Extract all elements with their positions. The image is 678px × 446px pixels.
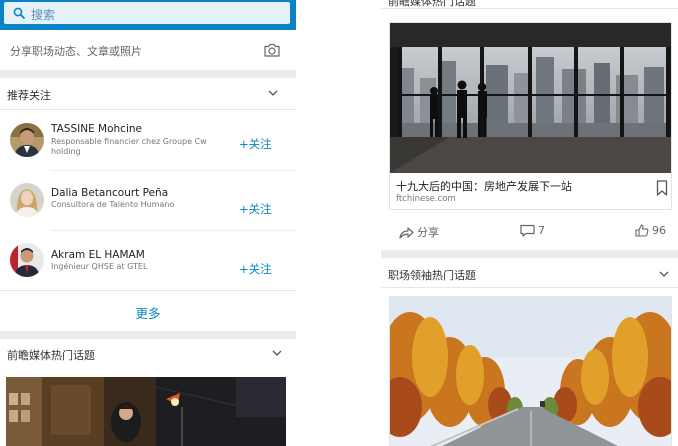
section-divider xyxy=(0,331,296,339)
screen-gap xyxy=(296,0,381,446)
feed-left-pane: 搜索 分享职场动态、文章或照片 推荐关注 TASSINE Mohcine Res… xyxy=(0,0,296,446)
suggested-person-card[interactable]: Dalia Betancourt Peña Consultora de Tale… xyxy=(0,171,296,231)
article-image[interactable] xyxy=(390,23,671,173)
more-button[interactable]: 更多 xyxy=(0,291,296,331)
person-name[interactable]: Akram EL HAMAM xyxy=(51,249,145,261)
article-actions: 分享 7 96 xyxy=(381,214,678,250)
media-topics-header[interactable]: 前瞻媒体热门话题 xyxy=(0,339,296,369)
thumbs-up-icon xyxy=(635,224,649,237)
search-input[interactable]: 搜索 xyxy=(4,2,290,24)
article-card[interactable]: 十九大后的中国：房地产发展下一站 ftchinese.com xyxy=(389,22,672,210)
article-image[interactable] xyxy=(390,297,671,446)
comment-action[interactable]: 7 xyxy=(520,224,545,237)
article-image[interactable] xyxy=(6,377,286,446)
recommend-header[interactable]: 推荐关注 xyxy=(0,78,296,110)
follow-button[interactable]: +关注 xyxy=(239,136,272,152)
person-title: Responsable financier chez Groupe Cw hol… xyxy=(51,137,207,156)
person-name[interactable]: TASSINE Mohcine xyxy=(51,123,142,135)
leader-topics-title: 职场领袖热门话题 xyxy=(388,269,476,282)
recommend-title: 推荐关注 xyxy=(7,89,51,102)
chevron-down-icon[interactable] xyxy=(268,90,278,96)
avatar[interactable] xyxy=(10,183,44,217)
leader-topics-header[interactable]: 职场领袖热门话题 xyxy=(381,258,678,288)
more-label: 更多 xyxy=(135,306,161,321)
section-divider xyxy=(0,70,296,78)
suggested-person-card[interactable]: Akram EL HAMAM Ingénieur QHSE at GTEL +关… xyxy=(0,231,296,291)
chevron-down-icon[interactable] xyxy=(272,350,282,356)
comment-count: 7 xyxy=(538,224,545,237)
search-placeholder: 搜索 xyxy=(31,8,56,22)
media-topics-title: 前瞻媒体热门话题 xyxy=(7,349,95,362)
person-name[interactable]: Dalia Betancourt Peña xyxy=(51,187,168,199)
follow-button[interactable]: +关注 xyxy=(239,261,272,277)
feed-right-pane: 前瞻媒体热门话题 十九大后的中国：房地产发展下一站 ftchinese.com … xyxy=(381,0,678,446)
share-label: 分享 xyxy=(417,226,439,239)
article-source: ftchinese.com xyxy=(396,194,456,204)
share-prompt: 分享职场动态、文章或照片 xyxy=(10,45,142,58)
person-title: Consultora de Talento Humano xyxy=(51,200,175,209)
search-bar: 搜索 xyxy=(0,0,296,30)
like-action[interactable]: 96 xyxy=(635,224,666,237)
media-topics-title: 前瞻媒体热门话题 xyxy=(388,0,476,8)
like-count: 96 xyxy=(652,224,666,237)
article-title[interactable]: 十九大后的中国：房地产发展下一站 xyxy=(396,178,572,194)
avatar[interactable] xyxy=(10,123,44,157)
share-icon xyxy=(399,227,414,239)
bookmark-icon[interactable] xyxy=(656,180,668,196)
section-divider xyxy=(381,250,678,258)
person-title: Ingénieur QHSE at GTEL xyxy=(51,262,148,271)
comment-icon xyxy=(520,224,535,237)
share-action[interactable]: 分享 xyxy=(399,224,439,240)
avatar[interactable] xyxy=(10,243,44,277)
article-card[interactable] xyxy=(389,296,672,446)
media-topics-header[interactable]: 前瞻媒体热门话题 xyxy=(381,0,678,9)
follow-button[interactable]: +关注 xyxy=(239,201,272,217)
chevron-down-icon[interactable] xyxy=(659,271,669,277)
camera-icon[interactable] xyxy=(263,42,281,58)
search-icon xyxy=(13,7,25,19)
suggested-person-card[interactable]: TASSINE Mohcine Responsable financier ch… xyxy=(0,111,296,171)
share-update-row[interactable]: 分享职场动态、文章或照片 xyxy=(0,30,296,70)
